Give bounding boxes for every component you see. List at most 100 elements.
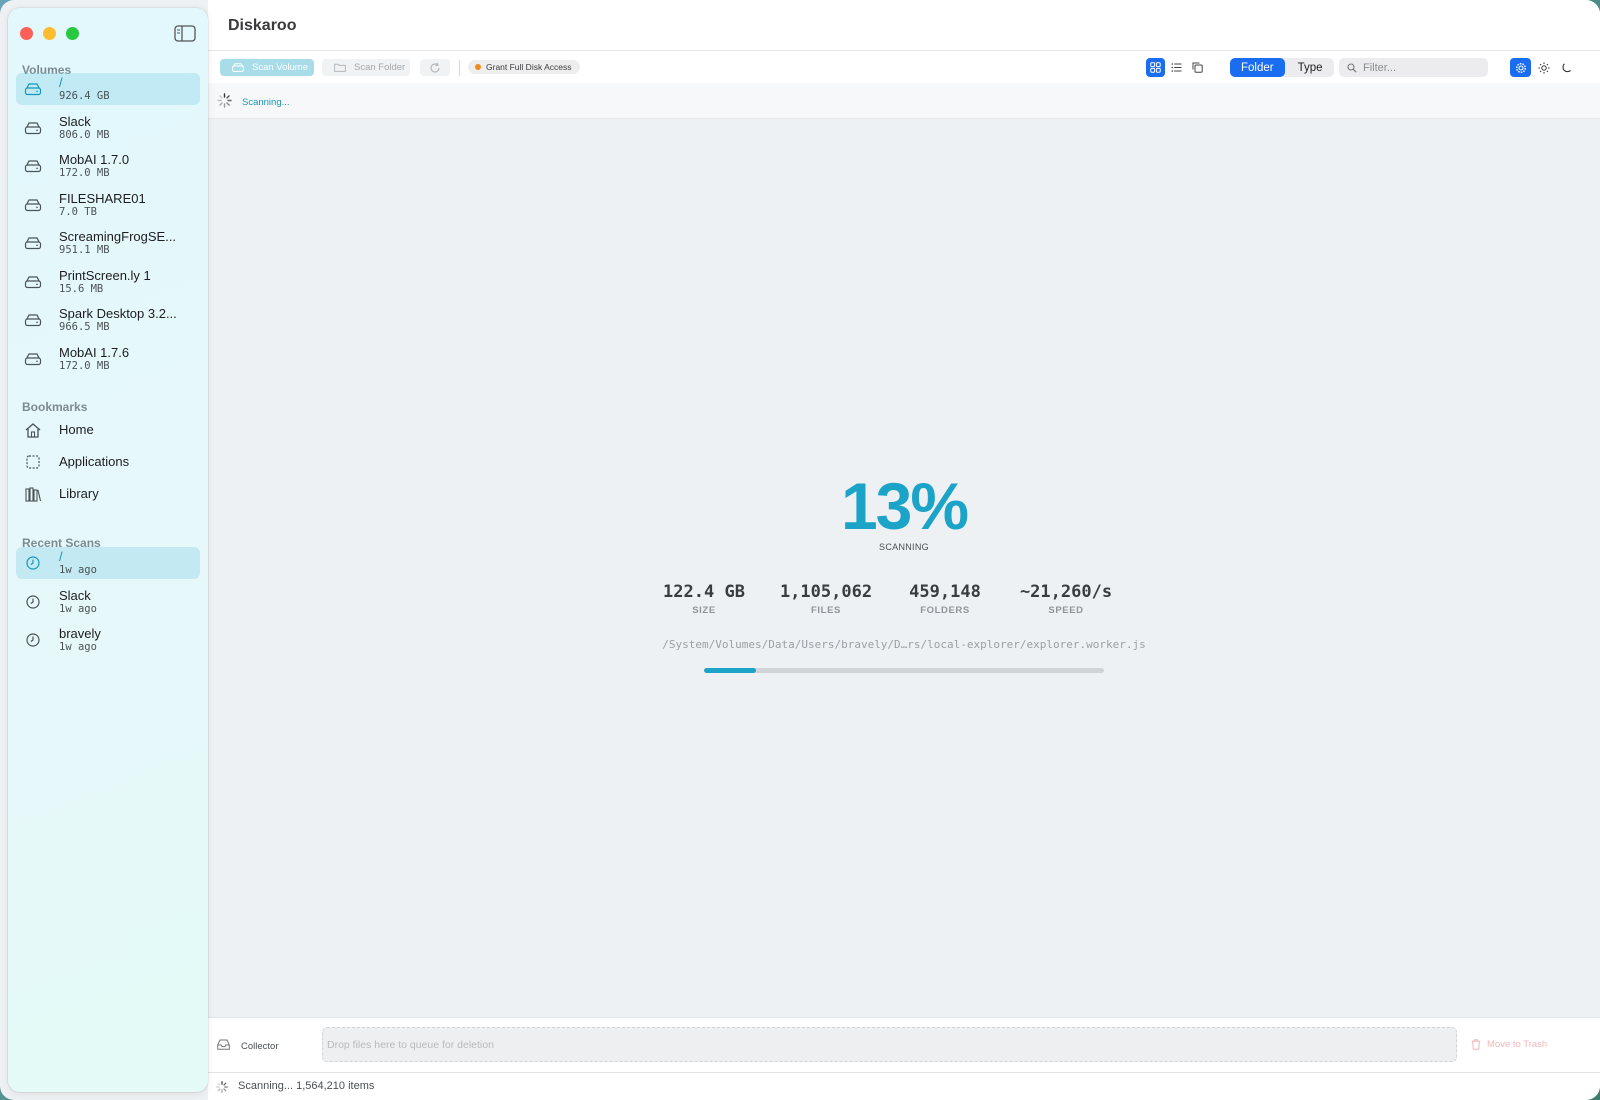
toolbar: Scan Volume Scan Folder Grant Full Disk …: [208, 51, 1600, 83]
clock-icon: [26, 556, 40, 570]
drive-icon: [24, 121, 42, 134]
volume-item[interactable]: ScreamingFrogSE... 951.1 MB: [16, 227, 200, 259]
scan-state-label: SCANNING: [879, 542, 929, 552]
moon-icon: [1561, 62, 1571, 72]
grid-view-button[interactable]: [1146, 58, 1165, 77]
scan-progress-fill: [704, 668, 756, 673]
stat-value: 122.4 GB: [663, 582, 745, 602]
tray-icon: [217, 1039, 230, 1050]
recent-scan-name: /: [59, 549, 63, 564]
bookmark-library[interactable]: Library: [16, 481, 200, 507]
volume-name: FILESHARE01: [59, 190, 146, 206]
spinner-icon: [216, 1081, 228, 1093]
recent-scan-time: 1w ago: [59, 641, 97, 653]
stat-value: 1,105,062: [779, 582, 873, 602]
system-theme-button[interactable]: [1510, 58, 1531, 77]
grant-access-label: Grant Full Disk Access: [486, 62, 572, 72]
folder-icon: [334, 63, 346, 72]
drive-icon: [24, 314, 42, 327]
volume-item[interactable]: FILESHARE01 7.0 TB: [16, 189, 200, 221]
volume-name: MobAI 1.7.6: [59, 344, 130, 360]
scan-status-text: Scanning...: [242, 97, 290, 108]
scan-status-strip: Scanning...: [208, 83, 1600, 119]
group-folder-button[interactable]: Folder: [1230, 58, 1285, 77]
drive-icon: [24, 83, 42, 96]
spinner-icon: [217, 93, 232, 108]
scan-folder-button[interactable]: Scan Folder: [322, 59, 410, 76]
stat-folders: 459,148 FOLDERS: [880, 582, 1010, 616]
move-to-trash-button[interactable]: Move to Trash: [1471, 1039, 1547, 1050]
drive-icon: [232, 63, 244, 72]
stat-value: ~21,260/s: [1019, 582, 1113, 602]
filter-input[interactable]: [1363, 61, 1483, 74]
stat-label: FILES: [811, 605, 841, 616]
deletion-drop-zone[interactable]: Drop files here to queue for deletion: [322, 1027, 1457, 1062]
minimize-window-button[interactable]: [43, 27, 56, 40]
group-type-button[interactable]: Type: [1287, 58, 1334, 77]
refresh-icon: [430, 62, 440, 73]
list-view-button[interactable]: [1167, 58, 1186, 77]
drive-icon: [24, 275, 42, 288]
bookmark-label: Home: [59, 422, 94, 437]
scan-volume-button[interactable]: Scan Volume: [220, 59, 314, 76]
app-title: Diskaroo: [228, 17, 297, 34]
clock-icon: [26, 594, 40, 609]
close-window-button[interactable]: [20, 27, 33, 40]
main-area: Diskaroo Scan Volume Scan Folder Grant F…: [208, 0, 1600, 1100]
volume-name: /: [59, 75, 63, 90]
recent-scan-name: Slack: [59, 587, 91, 603]
volume-size: 966.5 MB: [59, 321, 110, 333]
bookmarks-section-title: Bookmarks: [22, 400, 88, 414]
bookmark-applications[interactable]: Applications: [16, 449, 200, 475]
recent-scan-item[interactable]: /1w ago: [16, 547, 200, 579]
clock-icon: [26, 633, 40, 647]
maximize-window-button[interactable]: [66, 27, 79, 40]
volume-size: 172.0 MB: [59, 359, 110, 372]
volume-item[interactable]: MobAI 1.7.6 172.0 MB: [16, 343, 200, 375]
rescan-button[interactable]: [420, 59, 450, 76]
bookmark-home[interactable]: Home: [16, 417, 200, 443]
volume-size: 15.6 MB: [59, 282, 104, 295]
volume-name: PrintScreen.ly 1: [59, 267, 151, 283]
recent-scan-item[interactable]: Slack 1w ago: [16, 586, 200, 618]
current-scan-path: /System/Volumes/Data/Users/bravely/D…rs/…: [662, 638, 1146, 651]
grant-full-disk-access-button[interactable]: Grant Full Disk Access: [468, 60, 580, 74]
volume-item[interactable]: /926.4 GB: [16, 73, 200, 105]
collector-bar: Collector Drop files here to queue for d…: [208, 1017, 1600, 1072]
scan-percent: 13%: [840, 469, 969, 543]
stat-files: 1,105,062 FILES: [761, 582, 891, 616]
volume-item[interactable]: Slack 806.0 MB: [16, 112, 200, 144]
search-icon: [1347, 62, 1357, 73]
drive-icon: [24, 160, 42, 173]
stat-label: SIZE: [692, 605, 716, 616]
volume-size: 806.0 MB: [59, 128, 110, 141]
app-window: Volumes /926.4 GB Slack 806.0 MB MobAI 1.7.…: [0, 0, 1600, 1100]
recent-scan-name: bravely: [59, 626, 101, 641]
title-bar: Diskaroo: [208, 0, 1600, 51]
volume-size: 951.1 MB: [59, 244, 110, 256]
stat-label: SPEED: [1048, 605, 1084, 616]
stacked-view-button[interactable]: [1188, 58, 1207, 77]
volume-item[interactable]: Spark Desktop 3.2... 966.5 MB: [16, 304, 200, 336]
grouping-switcher: Folder Type: [1230, 58, 1334, 77]
move-to-trash-label: Move to Trash: [1487, 1039, 1548, 1050]
bottom-status-text: Scanning... 1,564,210 items: [238, 1080, 375, 1092]
volume-name: MobAI 1.7.0: [59, 152, 130, 167]
scan-progress-panel: 13% SCANNING 122.4 GB SIZE 1,105,062 FIL…: [208, 120, 1600, 1017]
sidebar: Volumes /926.4 GB Slack 806.0 MB MobAI 1.7.…: [8, 8, 208, 1092]
volume-name: Spark Desktop 3.2...: [59, 306, 177, 321]
drive-icon: [24, 352, 42, 365]
volume-size: 926.4 GB: [59, 90, 110, 102]
volume-item[interactable]: PrintScreen.ly 1 15.6 MB: [16, 266, 200, 298]
applications-icon: [26, 455, 40, 469]
volume-item[interactable]: MobAI 1.7.0 172.0 MB: [16, 150, 200, 182]
sidebar-toggle-icon[interactable]: [174, 25, 196, 42]
trash-icon: [1471, 1039, 1481, 1050]
theme-switcher: [1510, 58, 1577, 77]
light-theme-button[interactable]: [1533, 58, 1554, 77]
copy-icon: [1192, 62, 1203, 73]
recent-scan-item[interactable]: bravely 1w ago: [16, 624, 200, 656]
collector-label: Collector: [241, 1041, 279, 1052]
volume-size: 7.0 TB: [59, 205, 97, 218]
dark-theme-button[interactable]: [1556, 58, 1577, 77]
